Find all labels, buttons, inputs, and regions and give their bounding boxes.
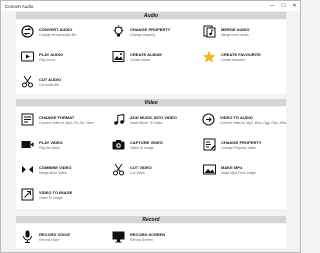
card-title: ADD MUSIC INTO VIDEO: [130, 114, 177, 120]
card-title: CHANGE PROPERTY: [221, 139, 262, 145]
card-subtitle: Merge more audio: [221, 32, 249, 37]
title-bar: Convert Audio — ☐ ✕: [1, 1, 300, 11]
video-property-icon: [202, 138, 216, 152]
convert-audio-icon: [20, 25, 34, 39]
play-video-card[interactable]: PLAY VIDEO Play All Video: [16, 134, 104, 155]
minimize-button[interactable]: —: [267, 1, 278, 11]
card-subtitle: Create favourite: [221, 57, 246, 62]
card-title: RECORD VOICE: [39, 231, 70, 237]
card-title: CAPTURE VIDEO: [130, 139, 163, 145]
card-title: CREATE FAVOURITE: [221, 51, 261, 57]
video-section-header: Video: [16, 99, 286, 106]
card-subtitle: Change Property Video: [221, 145, 257, 150]
record-section: RECORD VOICE Record Voice RECORD SCREEN Re…: [16, 224, 286, 248]
video-header-label: Video: [144, 99, 158, 106]
card-subtitle: Convert Video to Mp3, Wav, Ogg, Flac, M4…: [220, 120, 287, 125]
cut-audio-card[interactable]: CUT AUDIO Cut audio file: [16, 71, 104, 92]
add-music-icon: [111, 113, 125, 127]
cut-audio-icon: [20, 75, 34, 89]
card-title: CHANGE PROPERTY: [130, 26, 171, 32]
cut-video-icon: [111, 163, 125, 177]
combine-video-card[interactable]: COMBINE VIDEO Merge More Video: [16, 159, 104, 180]
play-video-icon: [20, 138, 34, 152]
card-subtitle: Convert Video to Mp4, Flv, Avi, Wmv: [39, 120, 94, 125]
close-button[interactable]: ✕: [289, 1, 300, 11]
maximize-button[interactable]: ☐: [278, 1, 289, 11]
create-album-icon: [111, 50, 125, 64]
card-title: COMBINE VIDEO: [39, 164, 72, 170]
audio-section: CONVERT AUDIO Change format audio file CH…: [16, 20, 286, 94]
card-title: CHANGE FORMAT: [39, 114, 75, 120]
card-title: VIDEO TO IMAGE: [39, 189, 73, 195]
window-title: Convert Audio: [5, 3, 34, 9]
card-subtitle: Video To Image: [130, 145, 154, 150]
play-audio-icon: [20, 50, 34, 64]
card-title: MAKE MP4: [221, 164, 243, 170]
card-subtitle: Insert Music To Video: [130, 120, 163, 125]
convert-audio-card[interactable]: CONVERT AUDIO Change format audio file: [16, 21, 104, 42]
video-section: CHANGE FORMAT Convert Video to Mp4, Flv, …: [16, 107, 286, 209]
card-subtitle: Cut audio file: [39, 82, 59, 87]
card-title: VIDEO TO AUDIO: [220, 114, 253, 120]
video-property-card[interactable]: CHANGE PROPERTY Change Property Video: [198, 134, 286, 155]
audio-header-label: Audio: [143, 12, 159, 19]
card-subtitle: Make Mp4 From Image: [221, 170, 257, 175]
add-music-card[interactable]: ADD MUSIC INTO VIDEO Insert Music To Vide…: [107, 109, 195, 130]
app-window: Convert Audio — ☐ ✕ Audio CONVERT AUDIO C…: [0, 0, 301, 253]
record-voice-card[interactable]: RECORD VOICE Record Voice: [16, 226, 104, 247]
record-screen-card[interactable]: RECORD SCREEN Record Screen: [107, 226, 195, 247]
create-favourite-card[interactable]: CREATE FAVOURITE Create favourite: [198, 46, 286, 67]
card-subtitle: Play music: [39, 57, 56, 62]
audio-section-header: Audio: [16, 12, 286, 19]
card-title: PLAY VIDEO: [39, 139, 63, 145]
card-title: CREATE ALBUM: [130, 51, 162, 57]
star-icon: [202, 50, 216, 64]
card-subtitle: Cut Video: [130, 170, 145, 175]
video-to-audio-card[interactable]: VIDEO TO AUDIO Convert Video to Mp3, Wav,…: [198, 109, 286, 130]
card-subtitle: Video To Image: [39, 195, 63, 200]
card-subtitle: Change property: [130, 32, 156, 37]
record-section-header: Record: [16, 216, 286, 223]
video-to-image-icon: [20, 188, 34, 202]
card-subtitle: Change format audio file: [39, 32, 76, 37]
change-property-card[interactable]: CHANGE PROPERTY Change property: [107, 21, 195, 42]
card-title: CUT VIDEO: [130, 164, 152, 170]
change-property-icon: [111, 25, 125, 39]
capture-video-card[interactable]: CAPTURE VIDEO Video To Image: [107, 134, 195, 155]
make-mp4-icon: [202, 163, 216, 177]
create-album-card[interactable]: CREATE ALBUM Create album: [107, 46, 195, 67]
make-mp4-card[interactable]: MAKE MP4 Make Mp4 From Image: [198, 159, 286, 180]
card-subtitle: Merge More Video: [39, 170, 67, 175]
monitor-icon: [111, 230, 125, 244]
combine-video-icon: [20, 163, 34, 177]
card-subtitle: Record Voice: [39, 237, 60, 242]
card-title: MERGE AUDIO: [221, 26, 250, 32]
cut-video-card[interactable]: CUT VIDEO Cut Video: [107, 159, 195, 180]
merge-audio-card[interactable]: MERGE AUDIO Merge more audio: [198, 21, 286, 42]
card-title: RECORD SCREEN: [130, 231, 166, 237]
card-title: CONVERT AUDIO: [39, 26, 73, 32]
card-subtitle: Record Screen: [130, 237, 153, 242]
camera-icon: [111, 138, 125, 152]
card-subtitle: Create album: [130, 57, 151, 62]
change-format-icon: [20, 113, 34, 127]
play-audio-card[interactable]: PLAY AUDIO Play music: [16, 46, 104, 67]
change-format-card[interactable]: CHANGE FORMAT Convert Video to Mp4, Flv, …: [16, 109, 104, 130]
video-to-audio-icon: [202, 113, 215, 127]
merge-audio-icon: [202, 25, 216, 39]
microphone-icon: [20, 230, 34, 244]
video-to-image-card[interactable]: VIDEO TO IMAGE Video To Image: [16, 184, 104, 205]
card-title: CUT AUDIO: [39, 76, 62, 82]
card-title: PLAY AUDIO: [39, 51, 64, 57]
record-header-label: Record: [142, 216, 160, 223]
card-subtitle: Play All Video: [39, 145, 60, 150]
